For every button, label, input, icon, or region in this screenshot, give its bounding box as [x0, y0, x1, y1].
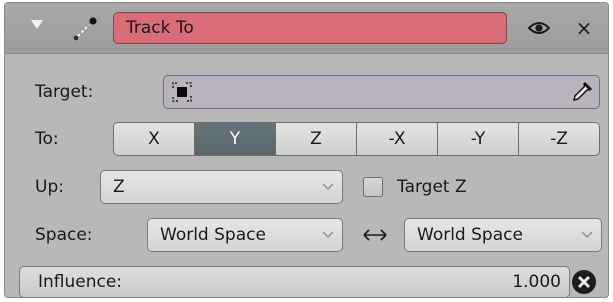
up-axis-label: Up: [35, 177, 64, 197]
owner-space-value: World Space [160, 225, 266, 245]
axis-button-z[interactable]: Z [275, 122, 357, 156]
axis-button-neg-y[interactable]: -Y [437, 122, 519, 156]
influence-slider[interactable]: Influence: 1.000 [19, 266, 570, 298]
space-label: Space: [35, 225, 93, 245]
chevron-down-icon [322, 231, 334, 239]
chevron-down-icon [581, 231, 593, 239]
collapse-triangle-icon[interactable] [31, 20, 43, 29]
to-axis-selector: X Y Z -X -Y -Z [113, 122, 600, 156]
left-right-arrow-icon [363, 229, 387, 241]
chevron-down-icon [322, 183, 334, 191]
target-space-dropdown[interactable]: World Space [404, 218, 602, 252]
axis-button-y[interactable]: Y [194, 122, 276, 156]
up-axis-value: Z [113, 177, 125, 197]
axis-button-neg-z[interactable]: -Z [518, 122, 600, 156]
to-axis-label: To: [35, 129, 59, 149]
track-to-constraint-icon [73, 17, 97, 41]
close-icon[interactable]: × [574, 18, 594, 38]
object-icon [172, 82, 192, 102]
reset-x-icon[interactable] [570, 268, 598, 296]
owner-space-dropdown[interactable]: World Space [147, 218, 343, 252]
up-axis-dropdown[interactable]: Z [100, 170, 343, 204]
constraint-name-field[interactable]: Track To [113, 12, 507, 44]
target-space-value: World Space [417, 225, 523, 245]
eye-icon[interactable] [528, 19, 550, 37]
constraint-header: Track To × [5, 3, 608, 54]
target-field[interactable] [163, 75, 600, 109]
target-label: Target: [35, 82, 94, 102]
constraint-panel: Track To × Target: To: X Y Z -X -Y -Z Up… [4, 2, 609, 298]
axis-button-neg-x[interactable]: -X [356, 122, 438, 156]
influence-value: 1.000 [512, 272, 561, 292]
axis-button-x[interactable]: X [113, 122, 195, 156]
target-z-label: Target Z [397, 177, 467, 197]
eyedropper-icon[interactable] [571, 81, 593, 103]
target-z-checkbox[interactable] [363, 177, 383, 197]
influence-label: Influence: [38, 272, 123, 292]
